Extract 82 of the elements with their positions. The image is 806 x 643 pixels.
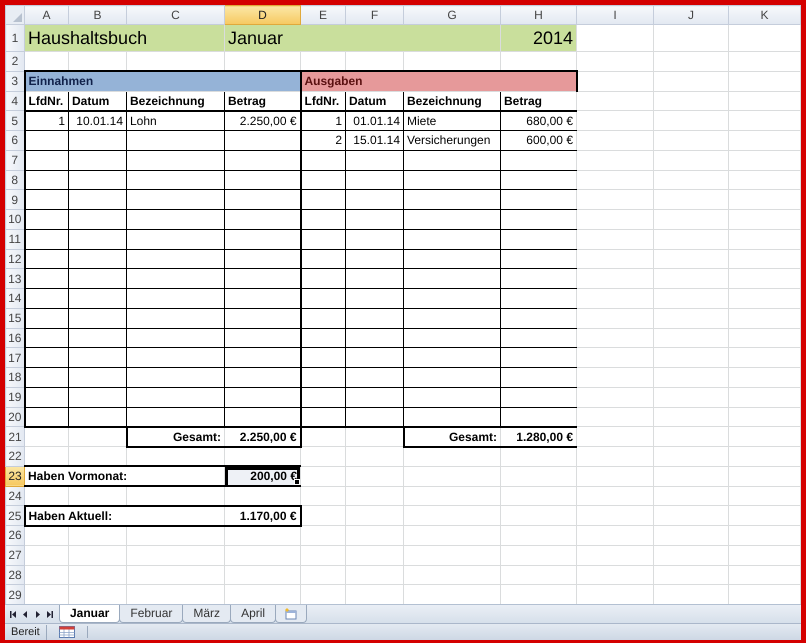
new-sheet-icon [284, 608, 298, 620]
column-title[interactable]: Betrag [224, 91, 300, 111]
row-header[interactable]: 15 [6, 308, 24, 328]
total-label[interactable]: Gesamt: [126, 426, 224, 446]
column-title[interactable]: LfdNr. [24, 91, 68, 111]
spreadsheet-cell[interactable]: 1 [24, 110, 68, 130]
insert-sheet-button[interactable] [275, 605, 308, 623]
spreadsheet-cell[interactable]: Lohn [126, 110, 224, 130]
row-header[interactable]: 17 [6, 348, 24, 368]
fill-handle[interactable] [294, 479, 300, 485]
spreadsheet-icon[interactable] [58, 626, 75, 638]
row-header[interactable]: 13 [6, 268, 24, 288]
next-sheet-button[interactable] [33, 610, 42, 618]
row-header[interactable]: 1 [6, 24, 24, 52]
column-header[interactable]: G [404, 6, 500, 24]
first-sheet-button[interactable] [9, 610, 18, 618]
spreadsheet-cell[interactable]: 15.01.14 [346, 130, 404, 150]
sheet-tab[interactable]: Februar [119, 605, 184, 623]
row-header[interactable]: 23 [6, 466, 24, 486]
total-value[interactable]: 2.250,00 € [224, 426, 300, 446]
last-sheet-button[interactable] [45, 610, 54, 618]
month-label[interactable]: Januar [224, 24, 500, 52]
row-header[interactable]: 10 [6, 210, 24, 230]
column-title[interactable]: Bezeichnung [404, 91, 500, 111]
row-header[interactable]: 24 [6, 486, 24, 506]
balance-value[interactable]: 1.170,00 € [224, 506, 300, 526]
row-header[interactable]: 7 [6, 150, 24, 170]
column-title[interactable]: Datum [346, 91, 404, 111]
column-header[interactable]: K [728, 6, 800, 24]
column-header[interactable]: B [68, 6, 126, 24]
row-header[interactable]: 20 [6, 407, 24, 427]
row-header[interactable]: 11 [6, 229, 24, 249]
row-header[interactable]: 19 [6, 387, 24, 407]
sheet-tab[interactable]: Januar [59, 605, 120, 623]
section-heading[interactable]: Einnahmen [24, 71, 300, 91]
row-header[interactable]: 9 [6, 190, 24, 210]
row-header[interactable]: 6 [6, 130, 24, 150]
total-label[interactable]: Gesamt: [404, 426, 500, 446]
spreadsheet-cell[interactable]: 2.250,00 € [224, 110, 300, 130]
spreadsheet-cell[interactable]: 1 [300, 110, 346, 130]
column-header[interactable]: D [224, 6, 300, 24]
row-header[interactable]: 29 [6, 584, 24, 604]
row-header[interactable]: 21 [6, 426, 24, 446]
section-heading[interactable]: Ausgaben [300, 71, 576, 91]
row-header[interactable]: 5 [6, 110, 24, 130]
column-header[interactable]: F [346, 6, 404, 24]
spreadsheet-cell[interactable]: Versicherungen [404, 130, 500, 150]
row-header[interactable]: 16 [6, 328, 24, 348]
spreadsheet-cell[interactable]: 01.01.14 [346, 110, 404, 130]
column-header[interactable]: E [300, 6, 346, 24]
column-title[interactable]: Datum [68, 91, 126, 111]
column-header[interactable]: J [654, 6, 728, 24]
row-header[interactable]: 14 [6, 288, 24, 308]
corner-triangle-icon [13, 13, 22, 22]
year-label[interactable]: 2014 [500, 24, 576, 52]
column-title[interactable]: Bezeichnung [126, 91, 224, 111]
balance-label[interactable]: Haben Vormonat: [24, 466, 224, 486]
row-header[interactable]: 25 [6, 506, 24, 526]
spreadsheet-cell[interactable]: Miete [404, 110, 500, 130]
row-header[interactable]: 2 [6, 52, 24, 72]
row-header[interactable]: 28 [6, 565, 24, 585]
column-header[interactable]: A [24, 6, 68, 24]
row-header[interactable]: 22 [6, 446, 24, 466]
status-text: Bereit [5, 624, 47, 640]
row-header[interactable]: 27 [6, 545, 24, 565]
column-header[interactable]: I [576, 6, 654, 24]
column-title[interactable]: LfdNr. [300, 91, 346, 111]
row-header[interactable]: 12 [6, 249, 24, 269]
balance-label[interactable]: Haben Aktuell: [24, 506, 224, 526]
row-header[interactable]: 3 [6, 71, 24, 91]
row-header[interactable]: 4 [6, 91, 24, 111]
sheet-title[interactable]: Haushaltsbuch [24, 24, 224, 52]
spreadsheet-cell[interactable]: 10.01.14 [68, 110, 126, 130]
sheet-tab[interactable]: März [182, 605, 232, 623]
column-header[interactable]: C [126, 6, 224, 24]
column-header[interactable]: H [500, 6, 576, 24]
previous-sheet-button[interactable] [21, 610, 30, 618]
sheet-tab[interactable]: April [230, 605, 276, 623]
row-header[interactable]: 18 [6, 368, 24, 388]
spreadsheet-cell[interactable]: 2 [300, 130, 346, 150]
row-header[interactable]: 8 [6, 170, 24, 190]
row-header[interactable]: 26 [6, 526, 24, 546]
